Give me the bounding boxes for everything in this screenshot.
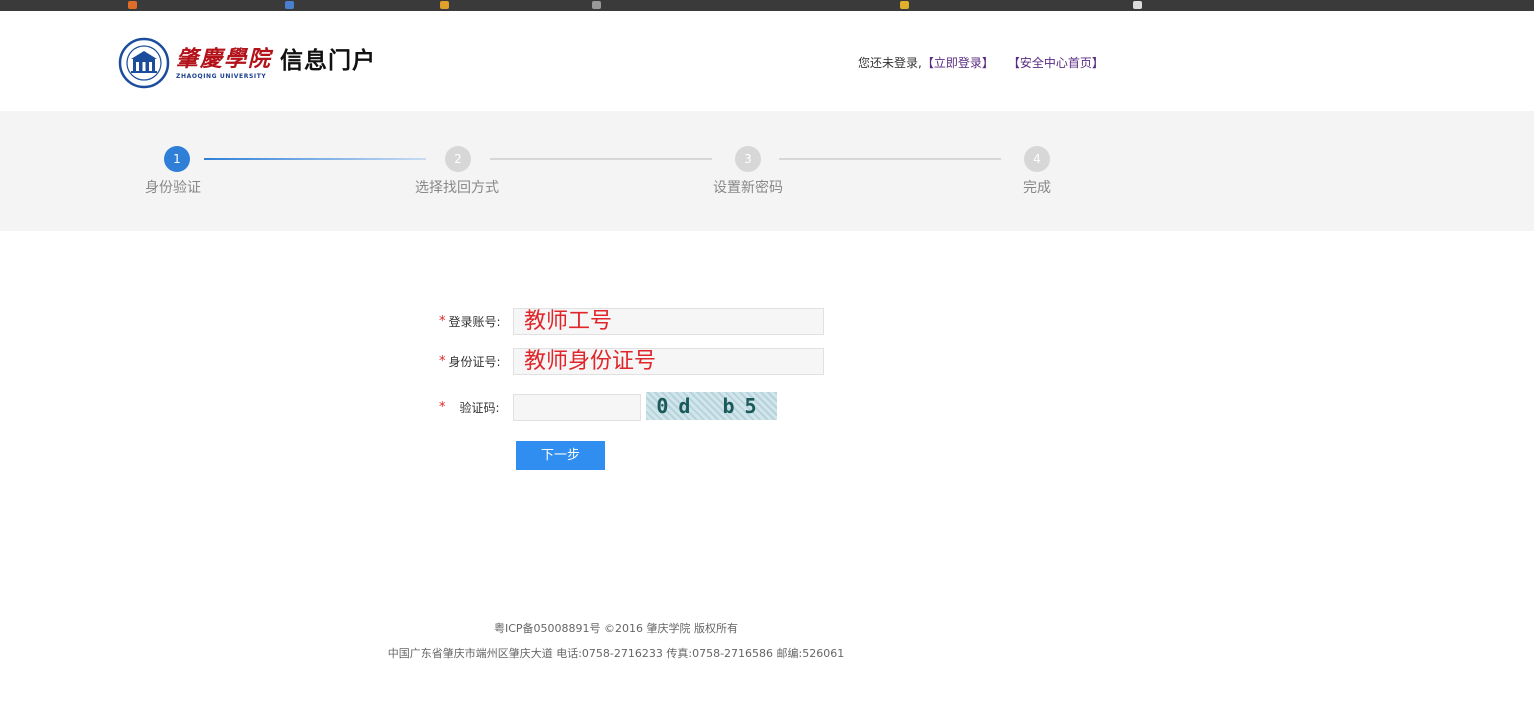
login-status: 您还未登录,【立即登录】 【安全中心首页】: [858, 54, 1104, 71]
required-mark: *: [439, 314, 446, 329]
progress-steps: 1 2 3 4 身份验证 选择找回方式 设置新密码 完成: [0, 111, 1534, 231]
step-connector: [779, 158, 1001, 160]
site-header: 肇慶學院 ZHAOQING UNIVERSITY 信息门户 您还未登录,【立即登…: [0, 11, 1534, 111]
security-center-link[interactable]: 【安全中心首页】: [1008, 56, 1104, 70]
account-row: * 登录账号:: [439, 313, 501, 330]
tab-favicon-icon[interactable]: [285, 1, 294, 9]
step-2-indicator: 2: [445, 146, 471, 172]
school-name-cn: 肇慶學院: [176, 45, 273, 72]
step-2-label: 选择找回方式: [415, 180, 499, 196]
account-input[interactable]: 教师工号: [513, 308, 824, 335]
step-1-label: 身份验证: [145, 180, 201, 196]
captcha-row: * 验证码:: [439, 399, 500, 416]
step-connector: [490, 158, 712, 160]
id-row: * 身份证号:: [439, 353, 501, 370]
login-link[interactable]: 【立即登录】: [922, 56, 994, 70]
footer-copyright: 粤ICP备05008891号 ©2016 肇庆学院 版权所有: [493, 622, 739, 635]
login-status-text: 您还未登录,: [858, 56, 922, 70]
school-name-en: ZHAOQING UNIVERSITY: [176, 72, 267, 80]
tab-favicon-icon[interactable]: [900, 1, 909, 9]
portal-title: 信息门户: [280, 47, 377, 74]
step-1-indicator: 1: [164, 146, 190, 172]
step-3-indicator: 3: [735, 146, 761, 172]
university-seal-icon: [118, 37, 170, 89]
step-4-label: 完成: [1023, 180, 1051, 196]
id-number-input[interactable]: 教师身份证号: [513, 348, 824, 375]
required-mark: *: [439, 400, 446, 415]
captcha-label: 验证码:: [459, 401, 500, 415]
tab-favicon-icon[interactable]: [440, 1, 449, 9]
captcha-input[interactable]: [513, 394, 641, 421]
tab-favicon-icon[interactable]: [1133, 1, 1142, 9]
step-4-indicator: 4: [1024, 146, 1050, 172]
site-logo[interactable]: 肇慶學院 ZHAOQING UNIVERSITY 信息门户: [118, 37, 376, 89]
required-mark: *: [439, 354, 446, 369]
next-step-button[interactable]: 下一步: [516, 441, 605, 470]
captcha-image[interactable]: 0d b5: [646, 392, 777, 420]
tab-favicon-icon[interactable]: [128, 1, 137, 9]
step-3-label: 设置新密码: [713, 180, 783, 196]
browser-top-strip: [0, 0, 1534, 11]
footer-address: 中国广东省肇庆市端州区肇庆大道 电话:0758-2716233 传真:0758-…: [387, 647, 845, 660]
account-label: 登录账号:: [448, 315, 501, 329]
step-connector: [204, 158, 426, 160]
tab-favicon-icon[interactable]: [592, 1, 601, 9]
id-number-label: 身份证号:: [448, 355, 501, 369]
